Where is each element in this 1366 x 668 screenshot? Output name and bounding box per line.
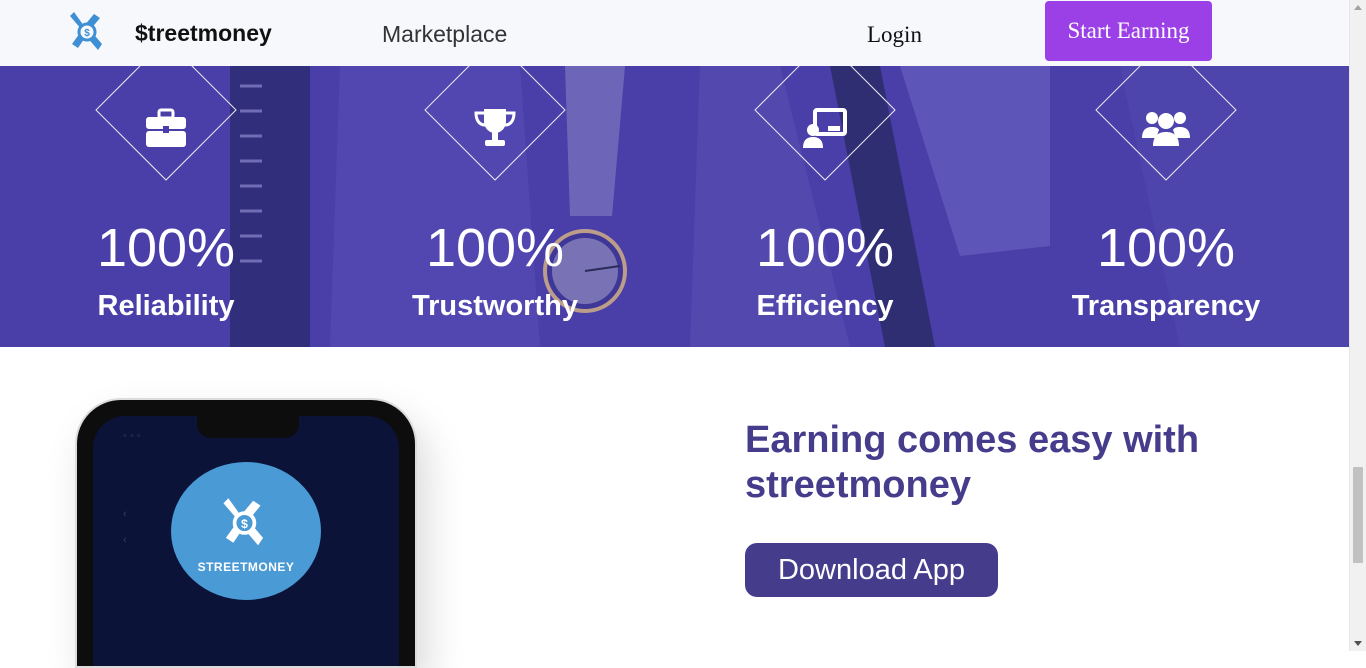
page-scrollbar[interactable] [1349,0,1366,651]
scrollbar-thumb[interactable] [1353,467,1363,563]
stat-transparency: 100% Transparency [1036,66,1296,347]
svg-text:$: $ [241,517,248,531]
side-glyph: ‹ [123,534,127,546]
phone-notch [197,416,299,438]
stats-band: 100% Reliability 100% Trustworthy 100% E… [0,66,1349,347]
status-glyph: ◦ ◦ ◦ [123,430,141,442]
stat-label: Trustworthy [412,290,578,322]
download-app-button[interactable]: Download App [745,543,998,597]
stat-value: 100% [96,218,236,278]
briefcase-icon [146,108,186,147]
login-link[interactable]: Login [867,22,922,48]
stat-trustworthy: 100% Trustworthy [365,66,625,347]
stat-value: 100% [755,218,895,278]
app-logo-circle: $ STREETMONEY [171,462,321,600]
trophy-icon [474,109,516,146]
phone-screen: ◦ ◦ ◦ ‹ ‹ $ STREETMONEY [93,416,399,666]
chalkboard-teacher-icon [803,108,847,148]
promo-headline: Earning comes easy with streetmoney [745,419,1200,506]
scroll-down-arrow-icon[interactable] [1354,641,1362,646]
brand-name[interactable]: $treetmoney [135,20,272,47]
nav-link-marketplace[interactable]: Marketplace [382,21,507,48]
stat-label: Reliability [97,290,235,322]
top-navbar: $ $treetmoney Marketplace Login Start Ea… [0,0,1349,66]
users-icon [1142,112,1190,146]
start-earning-button[interactable]: Start Earning [1045,1,1212,61]
stat-value: 100% [425,218,565,278]
stat-value: 100% [1096,218,1236,278]
app-name: STREETMONEY [197,560,295,574]
streetmoney-logo-icon: $ [223,498,264,546]
streetmoney-logo-icon[interactable]: $ [64,12,106,52]
stat-efficiency: 100% Efficiency [695,66,955,347]
stat-reliability: 100% Reliability [36,66,296,347]
svg-text:$: $ [84,28,90,39]
stat-label: Efficiency [756,290,894,322]
scroll-up-arrow-icon[interactable] [1354,5,1362,10]
side-glyph: ‹ [123,508,127,520]
phone-mockup: ◦ ◦ ◦ ‹ ‹ $ STREETMONEY [75,398,417,668]
stat-label: Transparency [1071,290,1261,322]
